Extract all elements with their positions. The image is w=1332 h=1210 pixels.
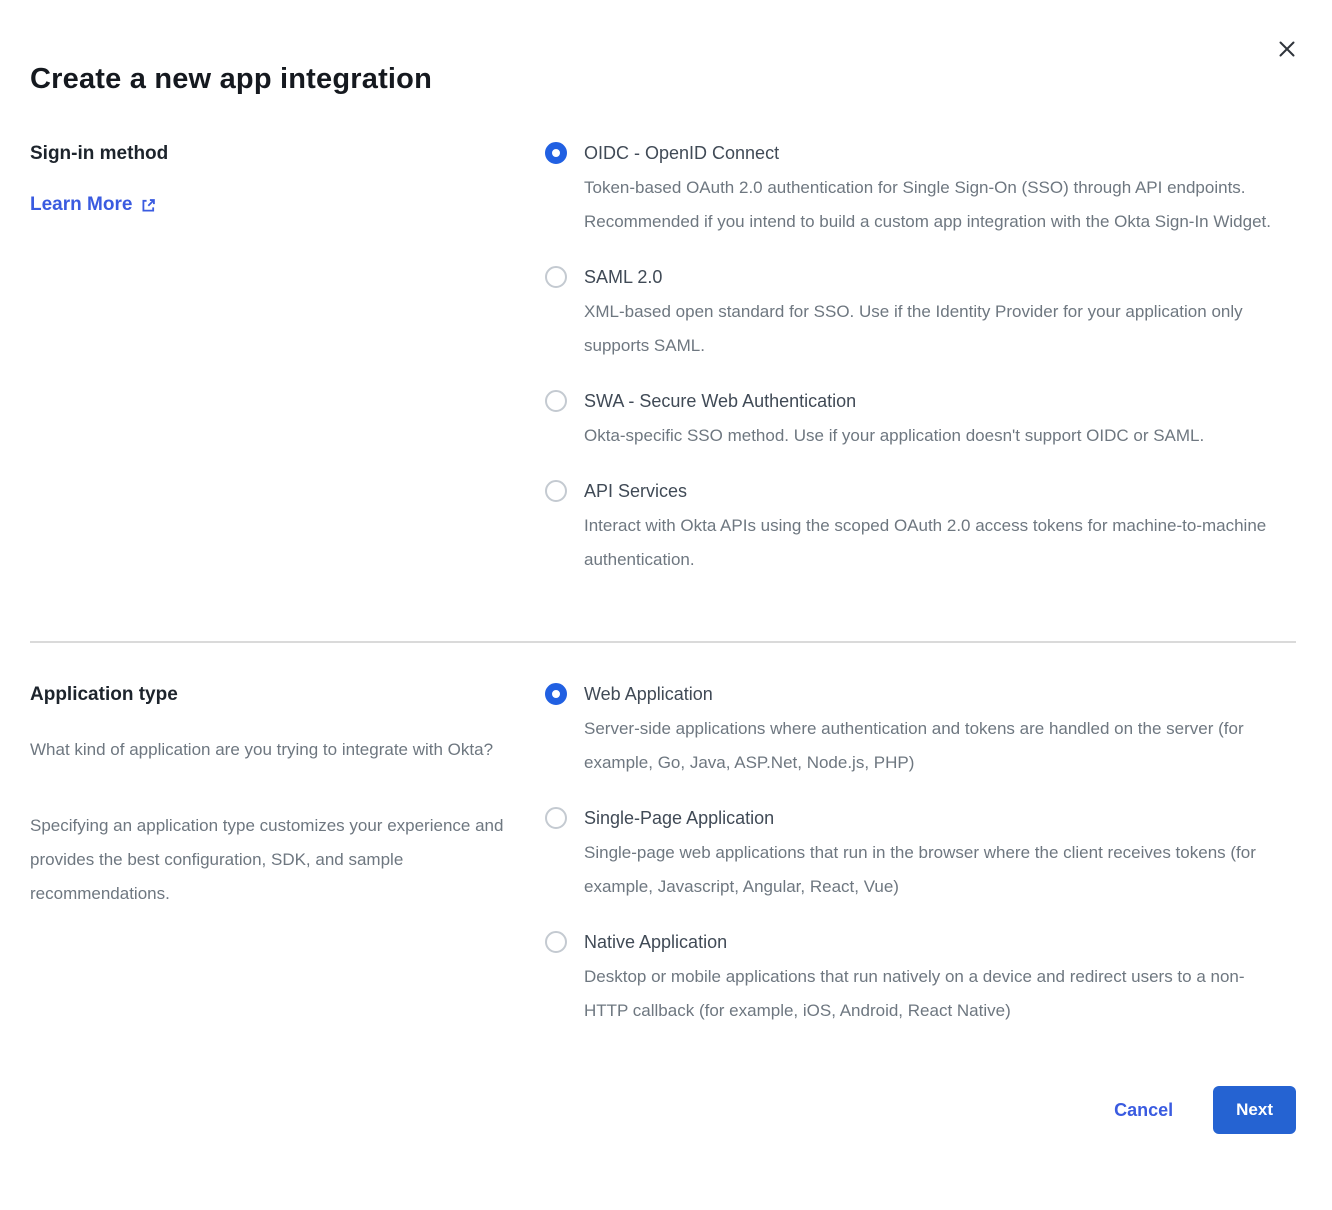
option-native-application-label[interactable]: Native Application (584, 931, 1271, 954)
next-button[interactable]: Next (1213, 1086, 1296, 1134)
cancel-button[interactable]: Cancel (1114, 1100, 1173, 1121)
radio-single-page-application[interactable] (545, 807, 567, 829)
option-oidc-description: Token-based OAuth 2.0 authentication for… (584, 171, 1271, 239)
external-link-icon (140, 197, 157, 214)
option-native-application[interactable]: Native Application Desktop or mobile app… (545, 931, 1271, 1028)
create-app-integration-dialog: Create a new app integration Sign-in met… (0, 0, 1332, 1210)
option-single-page-application-label[interactable]: Single-Page Application (584, 807, 1271, 830)
option-web-application[interactable]: Web Application Server-side applications… (545, 683, 1271, 780)
option-native-application-description: Desktop or mobile applications that run … (584, 960, 1271, 1028)
option-swa[interactable]: SWA - Secure Web Authentication Okta-spe… (545, 390, 1271, 453)
dialog-footer: Cancel Next (30, 1086, 1296, 1180)
radio-web-application[interactable] (545, 683, 567, 705)
option-saml-label[interactable]: SAML 2.0 (584, 266, 1271, 289)
signin-method-label: Sign-in method (30, 142, 515, 166)
page-title: Create a new app integration (30, 63, 1296, 96)
radio-saml[interactable] (545, 266, 567, 288)
section-divider (30, 641, 1296, 643)
radio-native-application[interactable] (545, 931, 567, 953)
option-api-services-description: Interact with Okta APIs using the scoped… (584, 509, 1271, 577)
option-api-services[interactable]: API Services Interact with Okta APIs usi… (545, 480, 1271, 577)
option-swa-description: Okta-specific SSO method. Use if your ap… (584, 419, 1204, 453)
application-type-label: Application type (30, 683, 515, 707)
radio-api-services[interactable] (545, 480, 567, 502)
option-api-services-label[interactable]: API Services (584, 480, 1271, 503)
learn-more-label: Learn More (30, 194, 132, 216)
close-icon[interactable] (1274, 36, 1300, 62)
option-swa-label[interactable]: SWA - Secure Web Authentication (584, 390, 1204, 413)
option-saml[interactable]: SAML 2.0 XML-based open standard for SSO… (545, 266, 1271, 363)
option-single-page-application-description: Single-page web applications that run in… (584, 836, 1271, 904)
option-saml-description: XML-based open standard for SSO. Use if … (584, 295, 1271, 363)
application-type-paragraph-1: What kind of application are you trying … (30, 733, 508, 767)
signin-method-section: Sign-in method Learn More OIDC - OpenID … (30, 142, 1296, 577)
close-x-glyph (1278, 40, 1296, 58)
learn-more-link[interactable]: Learn More (30, 194, 157, 216)
option-oidc-label[interactable]: OIDC - OpenID Connect (584, 142, 1271, 165)
radio-swa[interactable] (545, 390, 567, 412)
application-type-section: Application type What kind of applicatio… (30, 683, 1296, 1028)
option-oidc[interactable]: OIDC - OpenID Connect Token-based OAuth … (545, 142, 1271, 239)
application-type-paragraph-2: Specifying an application type customize… (30, 809, 508, 911)
option-web-application-label[interactable]: Web Application (584, 683, 1271, 706)
option-web-application-description: Server-side applications where authentic… (584, 712, 1271, 780)
option-single-page-application[interactable]: Single-Page Application Single-page web … (545, 807, 1271, 904)
radio-oidc[interactable] (545, 142, 567, 164)
